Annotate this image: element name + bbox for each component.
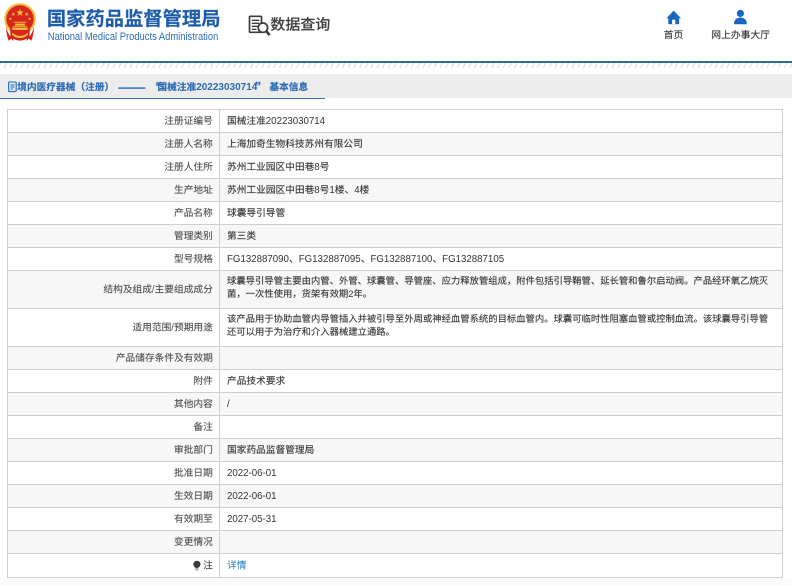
svg-text:20223030714: 20223030714 — [196, 82, 258, 93]
svg-text:National Medical Products Admi: National Medical Products Administration — [48, 31, 219, 43]
svg-text:2027-05-31: 2027-05-31 — [227, 514, 277, 525]
svg-text:8: 8 — [314, 185, 319, 196]
svg-text:20223030714: 20223030714 — [266, 116, 326, 127]
svg-text:4: 4 — [354, 185, 360, 196]
svg-text:2022-06-01: 2022-06-01 — [227, 491, 277, 502]
svg-text:2022-06-01: 2022-06-01 — [227, 468, 277, 479]
svg-text:FG132887100: FG132887100 — [370, 254, 433, 265]
svg-text:1: 1 — [329, 185, 334, 196]
svg-text:FG132887095: FG132887095 — [299, 254, 361, 265]
svg-text:/: / — [171, 323, 174, 334]
svg-text:FG132887090: FG132887090 — [227, 254, 290, 265]
svg-text:/: / — [227, 399, 230, 410]
svg-text:FG132887105: FG132887105 — [442, 254, 504, 265]
svg-text:2: 2 — [348, 289, 353, 299]
svg-text:8: 8 — [314, 162, 319, 173]
svg-text:/: / — [152, 285, 155, 296]
